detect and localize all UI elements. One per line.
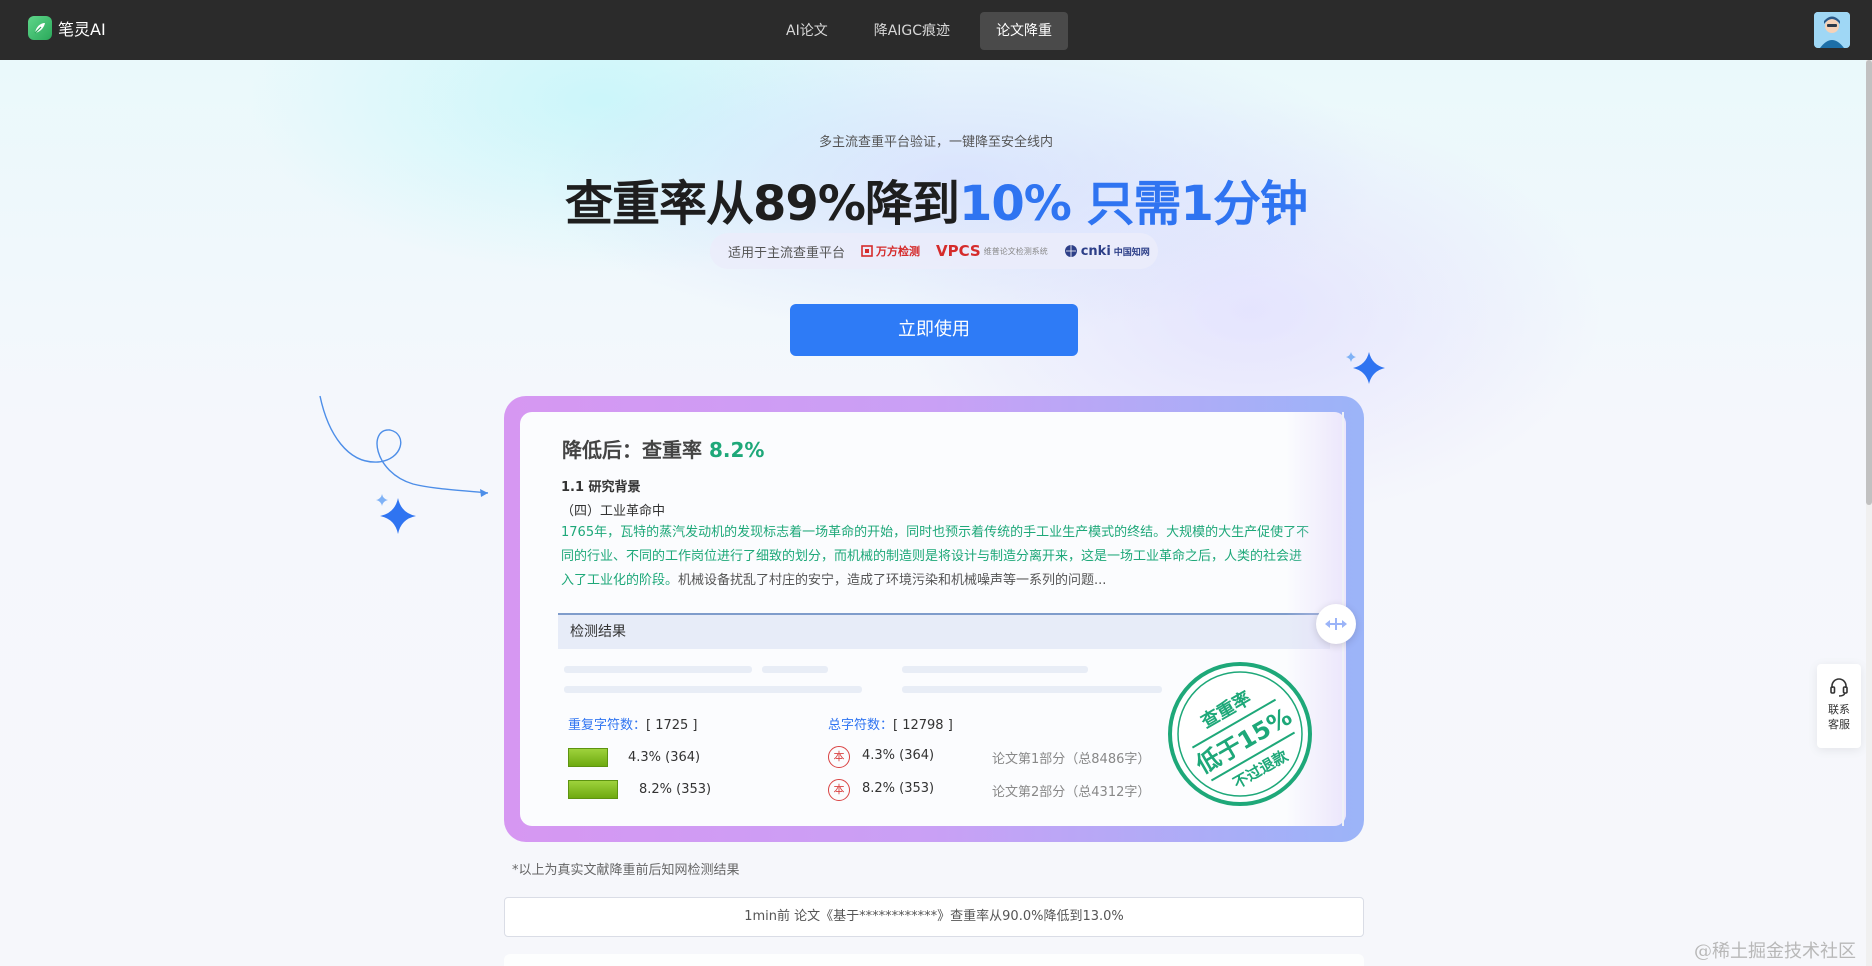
- next-section-edge: [504, 954, 1364, 966]
- nav-reduce-aigc[interactable]: 降AIGC痕迹: [858, 12, 966, 50]
- skeleton-line: [762, 666, 828, 673]
- contact-support-button[interactable]: 联系客服: [1817, 664, 1861, 748]
- hero-subtitle: 多主流查重平台验证，一键降至安全线内: [818, 135, 1053, 150]
- support-label: 联系客服: [1828, 703, 1850, 731]
- main-nav: AI论文 降AIGC痕迹 论文降重: [770, 12, 1069, 50]
- vpcs-text: VPCS: [936, 242, 981, 260]
- activity-ticker: 1min前 论文《基于************》查重率从90.0%降低到13.0…: [504, 897, 1364, 937]
- similarity-bar: [568, 748, 608, 767]
- total-chars-label: 总字符数：: [828, 718, 894, 733]
- card-title: 降低后：查重率 8.2%: [562, 434, 764, 463]
- skeleton-line: [902, 686, 1162, 693]
- row-right-value: 8.2% (353): [862, 781, 935, 796]
- drag-handle-icon: [1325, 618, 1347, 630]
- row-left-value: 8.2% (353): [639, 782, 712, 797]
- paragraph-plain: 机械设备扰乱了村庄的安宁，造成了环境污染和机械噪声等一系列的问题...: [678, 573, 1107, 588]
- row-right-note: 论文第1部分（总8486字）: [992, 752, 1151, 767]
- headset-icon: [1830, 678, 1848, 697]
- watermark: @稀土掘金技术社区: [1694, 941, 1856, 962]
- skeleton-line: [564, 666, 752, 673]
- headline-blue: 10% 只需1分钟: [958, 176, 1308, 232]
- cnki-text: cnki: [1080, 243, 1111, 259]
- section-heading: 1.1 研究背景: [561, 480, 641, 495]
- brand-name: 笔灵AI: [58, 20, 106, 39]
- dup-chars-label: 重复字符数：: [568, 718, 647, 733]
- platforms-pill: 适用于主流查重平台 万方检测 VPCS 维普论文检测系统 cnki 中国知网: [710, 233, 1158, 269]
- use-now-button[interactable]: 立即使用: [790, 304, 1078, 356]
- scrollbar-thumb[interactable]: [1866, 60, 1872, 505]
- platforms-label: 适用于主流查重平台: [728, 245, 846, 261]
- avatar[interactable]: [1814, 12, 1850, 48]
- total-chars-value: [ 12798 ]: [893, 718, 953, 733]
- result-header: 检测结果: [558, 613, 1330, 649]
- nav-paper-reduce[interactable]: 论文降重: [980, 12, 1069, 50]
- wanfang-logo: 万方检测: [861, 243, 920, 259]
- sparkle-icon: [376, 494, 416, 534]
- card-title-prefix: 降低后：查重率: [562, 438, 709, 462]
- section-subheading: （四）工业革命中: [561, 504, 666, 519]
- sparkle-icon: [1346, 352, 1385, 384]
- top-navbar: 笔灵AI AI论文 降AIGC痕迹 论文降重: [0, 0, 1872, 60]
- feather-logo-icon: [28, 16, 52, 40]
- ben-seal-icon: 本: [828, 746, 850, 768]
- dup-chars-stat: 重复字符数：[ 1725 ]: [568, 714, 698, 733]
- vpcs-logo: VPCS 维普论文检测系统: [936, 242, 1048, 260]
- avatar-icon: [1814, 12, 1850, 48]
- similarity-bar: [568, 780, 618, 799]
- compare-slider-handle[interactable]: [1316, 604, 1356, 644]
- nav-ai-paper[interactable]: AI论文: [770, 12, 844, 50]
- row-right-value: 4.3% (364): [862, 748, 935, 763]
- row-right-note: 论文第2部分（总4312字）: [992, 785, 1151, 800]
- row-left-value: 4.3% (364): [628, 750, 701, 765]
- footnote: *以上为真实文献降重前后知网检测结果: [512, 863, 740, 878]
- wanfang-icon: [861, 245, 873, 257]
- skeleton-line: [564, 686, 862, 693]
- cnki-cn-text: 中国知网: [1113, 247, 1150, 258]
- dup-chars-value: [ 1725 ]: [646, 718, 698, 733]
- wanfang-text: 万方检测: [876, 245, 921, 258]
- cnki-logo: cnki 中国知网: [1064, 244, 1150, 259]
- skeleton-line: [902, 666, 1088, 673]
- brand[interactable]: 笔灵AI: [28, 16, 106, 40]
- total-chars-stat: 总字符数：[ 12798 ]: [828, 714, 953, 733]
- guarantee-stamp: 查重率 低于15% 不过退款: [1168, 662, 1312, 806]
- cnki-globe-icon: [1064, 245, 1077, 257]
- vpcs-cn-text: 维普论文检测系统: [983, 246, 1048, 256]
- paper-paragraph: 1765年，瓦特的蒸汽发动机的发现标志着一场革命的开始，同时也预示着传统的手工业…: [561, 521, 1313, 593]
- hero-headline: 查重率从89%降到10% 只需1分钟: [0, 164, 1872, 234]
- headline-dark: 查重率从89%降到: [565, 176, 960, 232]
- ben-seal-icon: 本: [828, 779, 850, 801]
- card-title-rate: 8.2%: [708, 438, 765, 462]
- decorative-arrow-curve: [319, 395, 489, 497]
